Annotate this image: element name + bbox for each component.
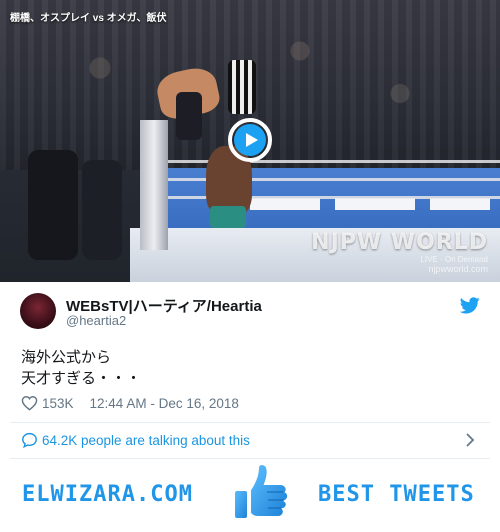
cameraman-figure: [28, 150, 78, 260]
timestamp[interactable]: 12:44 AM - Dec 16, 2018: [90, 396, 239, 411]
play-button[interactable]: [228, 118, 272, 162]
divider: [10, 458, 490, 459]
divider: [10, 422, 490, 423]
heart-icon[interactable]: [21, 395, 38, 411]
wrestler-figure: [176, 92, 202, 140]
tweet-text: 海外公式から 天才すぎる・・・: [21, 347, 481, 389]
talking-link[interactable]: 64.2K people are talking about this: [21, 430, 481, 450]
watermark-sub: LIVE · On Demand: [420, 255, 488, 264]
watermark-logo: NJPW WORLD: [311, 230, 488, 255]
referee-figure: [228, 60, 256, 114]
footer-banner: ELWIZARA.COM BEST TWEETS: [0, 460, 500, 532]
ring-post: [140, 120, 168, 250]
site-name[interactable]: ELWIZARA.COM: [22, 482, 193, 507]
ring-rope: [140, 160, 500, 163]
tweet-text-line: 天才すぎる・・・: [21, 370, 142, 387]
likes-count[interactable]: 153K: [42, 396, 74, 411]
tweet-header: WEBsTV|ハーティア/Heartia @heartia2: [20, 293, 480, 333]
watermark-url: njpwworld.com: [428, 264, 488, 274]
wrestler-figure: [210, 206, 246, 228]
talking-label: 64.2K people are talking about this: [42, 432, 250, 448]
tweet-meta: 153K 12:44 AM - Dec 16, 2018: [21, 394, 239, 412]
thumbs-up-icon: [233, 463, 290, 520]
video-watermark: NJPW WORLD LIVE · On Demand njpwworld.co…: [311, 230, 488, 274]
twitter-bird-icon[interactable]: [460, 297, 480, 314]
ring-rope: [140, 178, 500, 181]
section-title[interactable]: BEST TWEETS: [318, 482, 475, 507]
tweet-video[interactable]: 棚橋、オスプレイ vs オメガ、飯伏 NJPW WORLD LIVE · On …: [0, 0, 500, 282]
avatar[interactable]: [20, 293, 56, 329]
video-caption: 棚橋、オスプレイ vs オメガ、飯伏: [10, 13, 167, 24]
comment-icon: [22, 432, 37, 448]
tweet-text-line: 海外公式から: [21, 349, 112, 366]
ring-rope: [140, 196, 500, 199]
cameraman-figure: [82, 160, 122, 260]
ring-banner: [430, 198, 490, 210]
ring-banner: [250, 198, 320, 210]
chevron-right-icon: [466, 433, 475, 447]
play-icon: [234, 124, 266, 156]
ring-banner: [335, 198, 415, 210]
screen-name[interactable]: @heartia2: [66, 313, 126, 328]
